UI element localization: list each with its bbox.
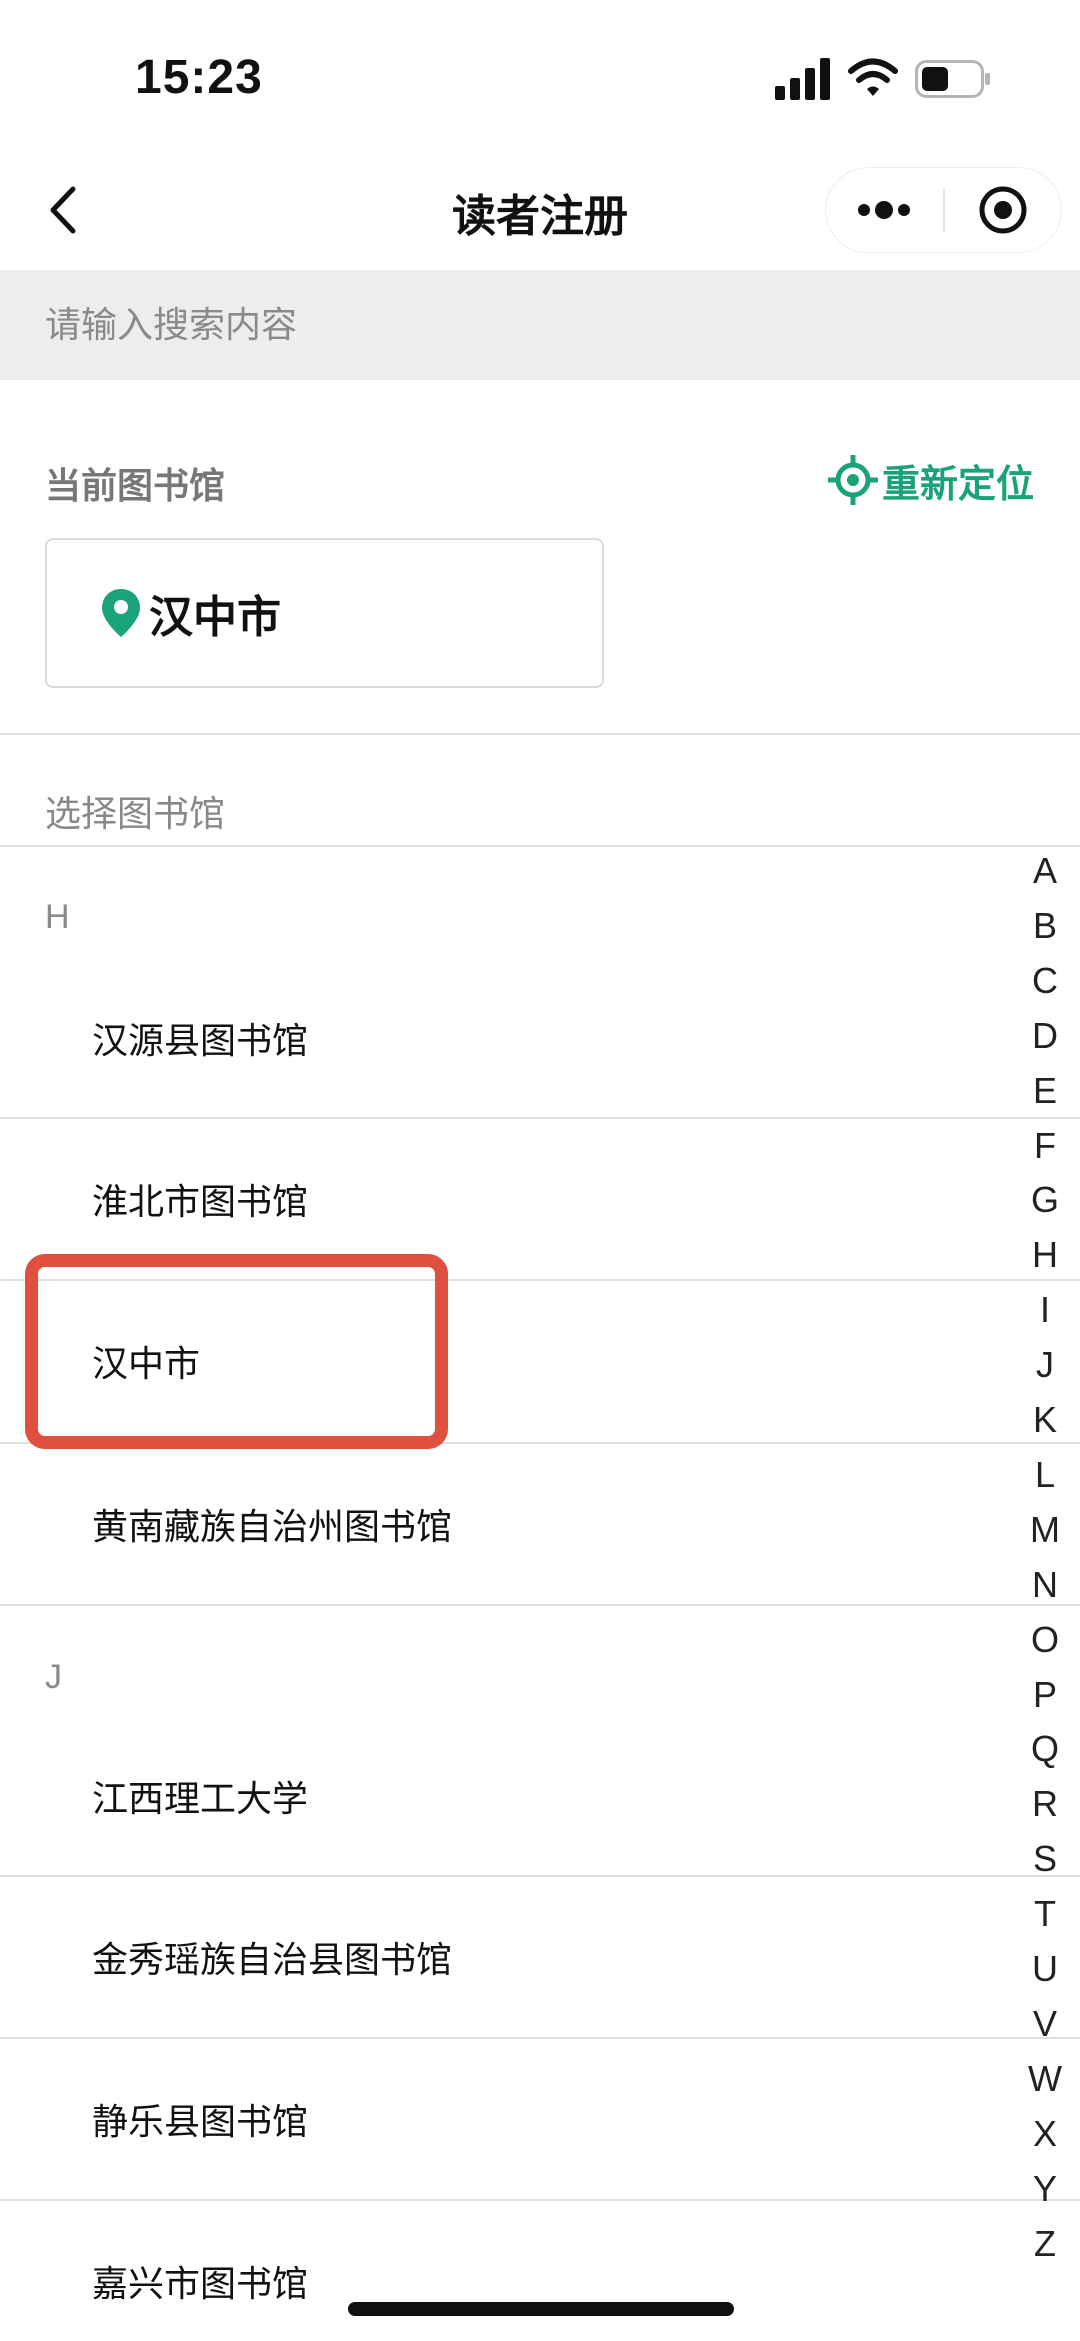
select-library-label: 选择图书馆 <box>45 794 226 835</box>
divider <box>0 845 1080 847</box>
current-library-card[interactable]: 汉中市 <box>45 538 604 688</box>
target-icon[interactable] <box>945 168 1062 252</box>
index-letter-o[interactable]: O <box>1020 1619 1070 1661</box>
library-item[interactable]: 淮北市图书馆 <box>0 1119 1030 1279</box>
status-bar: 15:23 <box>0 0 1080 150</box>
index-letter-u[interactable]: U <box>1020 1948 1070 1990</box>
library-item[interactable]: 金秀瑶族自治县图书馆 <box>0 1877 1030 2037</box>
index-letter-j[interactable]: J <box>1020 1344 1070 1386</box>
group-letter-j: J <box>45 1658 62 1696</box>
status-time: 15:23 <box>135 51 263 104</box>
home-indicator <box>348 2302 734 2316</box>
index-letter-e[interactable]: E <box>1020 1070 1070 1112</box>
library-item[interactable]: 汉源县图书馆 <box>0 958 1030 1118</box>
divider <box>0 1604 1080 1606</box>
index-letter-t[interactable]: T <box>1020 1893 1070 1935</box>
group-letter-h: H <box>45 898 70 936</box>
index-letter-q[interactable]: Q <box>1020 1728 1070 1770</box>
index-letter-y[interactable]: Y <box>1020 2168 1070 2210</box>
navigation-bar: 读者注册 <box>0 150 1080 270</box>
index-letter-g[interactable]: G <box>1020 1179 1070 1221</box>
divider <box>0 733 1080 735</box>
current-library-label: 当前图书馆 <box>45 466 226 507</box>
index-letter-a[interactable]: A <box>1020 850 1070 892</box>
location-pin-icon <box>102 589 140 637</box>
index-letter-z[interactable]: Z <box>1020 2223 1070 2265</box>
reader-registration-page: 15:23 读者注册 请输入搜索内容 当前图书馆 重新定位 汉中市 选择图书馆 … <box>0 0 1080 2341</box>
library-name: 汉中市 <box>92 1344 201 1385</box>
relocate-label: 重新定位 <box>882 461 1035 506</box>
index-letter-n[interactable]: N <box>1020 1564 1070 1606</box>
index-letter-i[interactable]: I <box>1020 1289 1070 1331</box>
more-dots-icon[interactable] <box>826 168 943 252</box>
library-name: 金秀瑶族自治县图书馆 <box>92 1940 453 1981</box>
index-letter-w[interactable]: W <box>1020 2058 1070 2100</box>
index-letter-b[interactable]: B <box>1020 905 1070 947</box>
battery-icon <box>915 60 990 98</box>
current-city: 汉中市 <box>149 592 281 643</box>
library-name: 嘉兴市图书馆 <box>92 2264 309 2305</box>
relocate-button[interactable]: 重新定位 <box>828 452 1034 508</box>
library-item[interactable]: 静乐县图书馆 <box>0 2039 1030 2199</box>
library-name: 静乐县图书馆 <box>92 2102 309 2143</box>
wifi-icon <box>848 58 898 96</box>
index-letter-x[interactable]: X <box>1020 2113 1070 2155</box>
mini-program-capsule <box>825 167 1062 253</box>
signal-icon <box>775 58 830 100</box>
search-bar <box>0 270 1080 380</box>
library-name: 淮北市图书馆 <box>92 1182 309 1223</box>
library-item[interactable]: 嘉兴市图书馆 <box>0 2201 1030 2341</box>
locate-crosshair-icon <box>828 455 878 505</box>
index-letter-k[interactable]: K <box>1020 1399 1070 1441</box>
index-letter-l[interactable]: L <box>1020 1454 1070 1496</box>
library-item-highlighted[interactable]: 汉中市 <box>0 1281 1030 1441</box>
index-letter-f[interactable]: F <box>1020 1125 1070 1167</box>
index-letter-p[interactable]: P <box>1020 1674 1070 1716</box>
library-name: 江西理工大学 <box>92 1779 309 1820</box>
index-letter-r[interactable]: R <box>1020 1783 1070 1825</box>
index-letter-c[interactable]: C <box>1020 960 1070 1002</box>
index-letter-d[interactable]: D <box>1020 1015 1070 1057</box>
library-name: 黄南藏族自治州图书馆 <box>92 1507 453 1548</box>
library-name: 汉源县图书馆 <box>92 1021 309 1062</box>
index-letter-h[interactable]: H <box>1020 1234 1070 1276</box>
index-letter-s[interactable]: S <box>1020 1838 1070 1880</box>
library-item[interactable]: 江西理工大学 <box>0 1716 1030 1876</box>
search-input[interactable] <box>45 270 1025 380</box>
library-item[interactable]: 黄南藏族自治州图书馆 <box>0 1444 1030 1604</box>
alphabet-index[interactable]: ABCDEFGHIJKLMNOPQRSTUVWXYZ <box>1020 850 1080 2265</box>
index-letter-v[interactable]: V <box>1020 2003 1070 2045</box>
index-letter-m[interactable]: M <box>1020 1509 1070 1551</box>
